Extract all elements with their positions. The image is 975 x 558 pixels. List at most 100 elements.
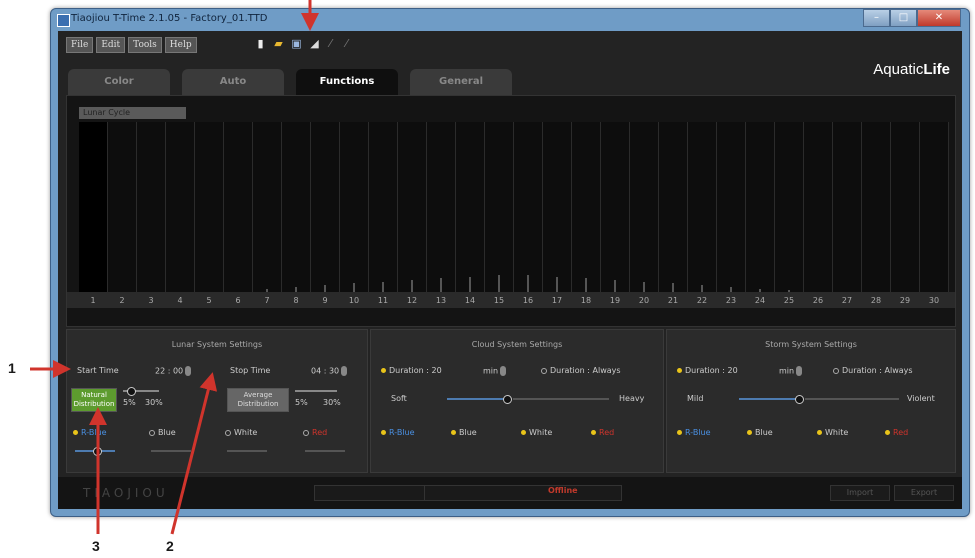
eraser-icon[interactable]: ⁄ xyxy=(340,37,353,50)
storm-intensity-slider[interactable] xyxy=(739,398,799,400)
natural-distribution-button[interactable]: Natural Distribution xyxy=(71,388,117,412)
lunar-day-column[interactable] xyxy=(340,122,369,292)
blue-intensity-slider[interactable] xyxy=(151,450,191,452)
storm-settings-title: Storm System Settings xyxy=(765,340,857,349)
tab-general[interactable]: General xyxy=(410,69,512,95)
lunar-channel-blue[interactable]: Blue xyxy=(149,428,176,437)
menu-help[interactable]: Help xyxy=(164,37,197,53)
storm-duration-radio[interactable]: Duration : 20 xyxy=(677,366,738,375)
lunar-day-number: 14 xyxy=(464,296,476,305)
minimize-button[interactable]: – xyxy=(863,9,890,27)
lunar-day-column[interactable] xyxy=(79,122,108,292)
cloud-slider-thumb[interactable] xyxy=(503,395,512,404)
export-button[interactable]: Export xyxy=(894,485,954,501)
lunar-level-marker xyxy=(556,277,558,292)
start-time-field[interactable]: 22 : 00 xyxy=(155,366,192,376)
cloud-channel-rblue[interactable]: R-Blue xyxy=(381,428,415,437)
edit-icon[interactable]: ◢ xyxy=(308,37,321,50)
lunar-day-number: 9 xyxy=(322,296,328,305)
storm-slider-thumb[interactable] xyxy=(795,395,804,404)
storm-channel-red[interactable]: Red xyxy=(885,428,908,437)
lunar-day-column[interactable] xyxy=(862,122,891,292)
stop-time-spinner[interactable] xyxy=(341,366,348,376)
radio-selected-icon xyxy=(677,430,682,435)
cloud-channel-red[interactable]: Red xyxy=(591,428,614,437)
lunar-day-column[interactable] xyxy=(746,122,775,292)
lunar-day-column[interactable] xyxy=(398,122,427,292)
save-icon[interactable]: ▣ xyxy=(290,37,303,50)
red-intensity-slider[interactable] xyxy=(305,450,345,452)
open-folder-icon[interactable]: ▰ xyxy=(272,37,285,50)
lunar-day-column[interactable] xyxy=(456,122,485,292)
lunar-day-column[interactable] xyxy=(224,122,253,292)
lunar-day-column[interactable] xyxy=(920,122,949,292)
cloud-intensity-slider[interactable] xyxy=(447,398,507,400)
average-range-slider[interactable] xyxy=(295,390,337,392)
maximize-button[interactable]: □ xyxy=(890,9,917,27)
storm-mild-label: Mild xyxy=(687,394,704,403)
lunar-day-column[interactable] xyxy=(630,122,659,292)
storm-duration-unit[interactable]: min xyxy=(779,366,803,376)
menu-file[interactable]: File xyxy=(66,37,94,53)
tab-auto[interactable]: Auto xyxy=(182,69,284,95)
lunar-day-column[interactable] xyxy=(195,122,224,292)
lunar-day-column[interactable] xyxy=(804,122,833,292)
menu-edit[interactable]: Edit xyxy=(96,37,126,53)
lunar-day-number: 26 xyxy=(812,296,824,305)
lunar-day-column[interactable] xyxy=(775,122,804,292)
pencil-icon[interactable]: ⁄ xyxy=(324,37,337,50)
lunar-day-number: 5 xyxy=(206,296,212,305)
cloud-always-radio[interactable]: Duration : Always xyxy=(541,366,621,375)
radio-selected-icon xyxy=(381,368,386,373)
lunar-day-column[interactable] xyxy=(427,122,456,292)
white-intensity-slider[interactable] xyxy=(227,450,267,452)
storm-always-radio[interactable]: Duration : Always xyxy=(833,366,913,375)
lunar-day-column[interactable] xyxy=(253,122,282,292)
rblue-slider-thumb[interactable] xyxy=(93,447,102,456)
lunar-day-column[interactable] xyxy=(833,122,862,292)
lunar-day-column[interactable] xyxy=(572,122,601,292)
cloud-duration-spinner[interactable] xyxy=(500,366,507,376)
cloud-soft-label: Soft xyxy=(391,394,407,403)
import-button[interactable]: Import xyxy=(830,485,890,501)
new-file-icon[interactable]: ▮ xyxy=(254,37,267,50)
lunar-day-number: 10 xyxy=(348,296,360,305)
storm-channel-rblue[interactable]: R-Blue xyxy=(677,428,711,437)
lunar-channel-white[interactable]: White xyxy=(225,428,257,437)
lunar-day-column[interactable] xyxy=(601,122,630,292)
lunar-day-column[interactable] xyxy=(108,122,137,292)
natural-range-thumb[interactable] xyxy=(127,387,136,396)
lunar-day-column[interactable] xyxy=(166,122,195,292)
stop-time-field[interactable]: 04 : 30 xyxy=(311,366,348,376)
lunar-day-column[interactable] xyxy=(282,122,311,292)
lunar-day-column[interactable] xyxy=(717,122,746,292)
average-distribution-button[interactable]: Average Distribution xyxy=(227,388,289,412)
storm-duration-spinner[interactable] xyxy=(796,366,803,376)
lunar-channel-red[interactable]: Red xyxy=(303,428,327,437)
lunar-day-column[interactable] xyxy=(543,122,572,292)
lunar-day-column[interactable] xyxy=(688,122,717,292)
lunar-day-column[interactable] xyxy=(485,122,514,292)
cloud-duration-unit[interactable]: min xyxy=(483,366,507,376)
menu-tools[interactable]: Tools xyxy=(128,37,162,53)
cloud-channel-blue[interactable]: Blue xyxy=(451,428,477,437)
cloud-channel-white[interactable]: White xyxy=(521,428,552,437)
lunar-day-column[interactable] xyxy=(891,122,920,292)
lunar-channel-rblue[interactable]: R-Blue xyxy=(73,428,107,437)
start-time-spinner[interactable] xyxy=(185,366,192,376)
app-icon xyxy=(57,14,70,27)
storm-channel-blue[interactable]: Blue xyxy=(747,428,773,437)
storm-channel-white[interactable]: White xyxy=(817,428,848,437)
lunar-day-column[interactable] xyxy=(514,122,543,292)
cloud-heavy-label: Heavy xyxy=(619,394,645,403)
lunar-day-column[interactable] xyxy=(369,122,398,292)
tab-functions[interactable]: Functions xyxy=(296,69,398,95)
lunar-settings-title: Lunar System Settings xyxy=(171,340,263,349)
tab-color[interactable]: Color xyxy=(68,69,170,95)
lunar-day-number: 23 xyxy=(725,296,737,305)
lunar-day-column[interactable] xyxy=(311,122,340,292)
cloud-duration-radio[interactable]: Duration : 20 xyxy=(381,366,442,375)
lunar-day-column[interactable] xyxy=(659,122,688,292)
lunar-day-column[interactable] xyxy=(137,122,166,292)
close-button[interactable]: ✕ xyxy=(917,9,961,27)
